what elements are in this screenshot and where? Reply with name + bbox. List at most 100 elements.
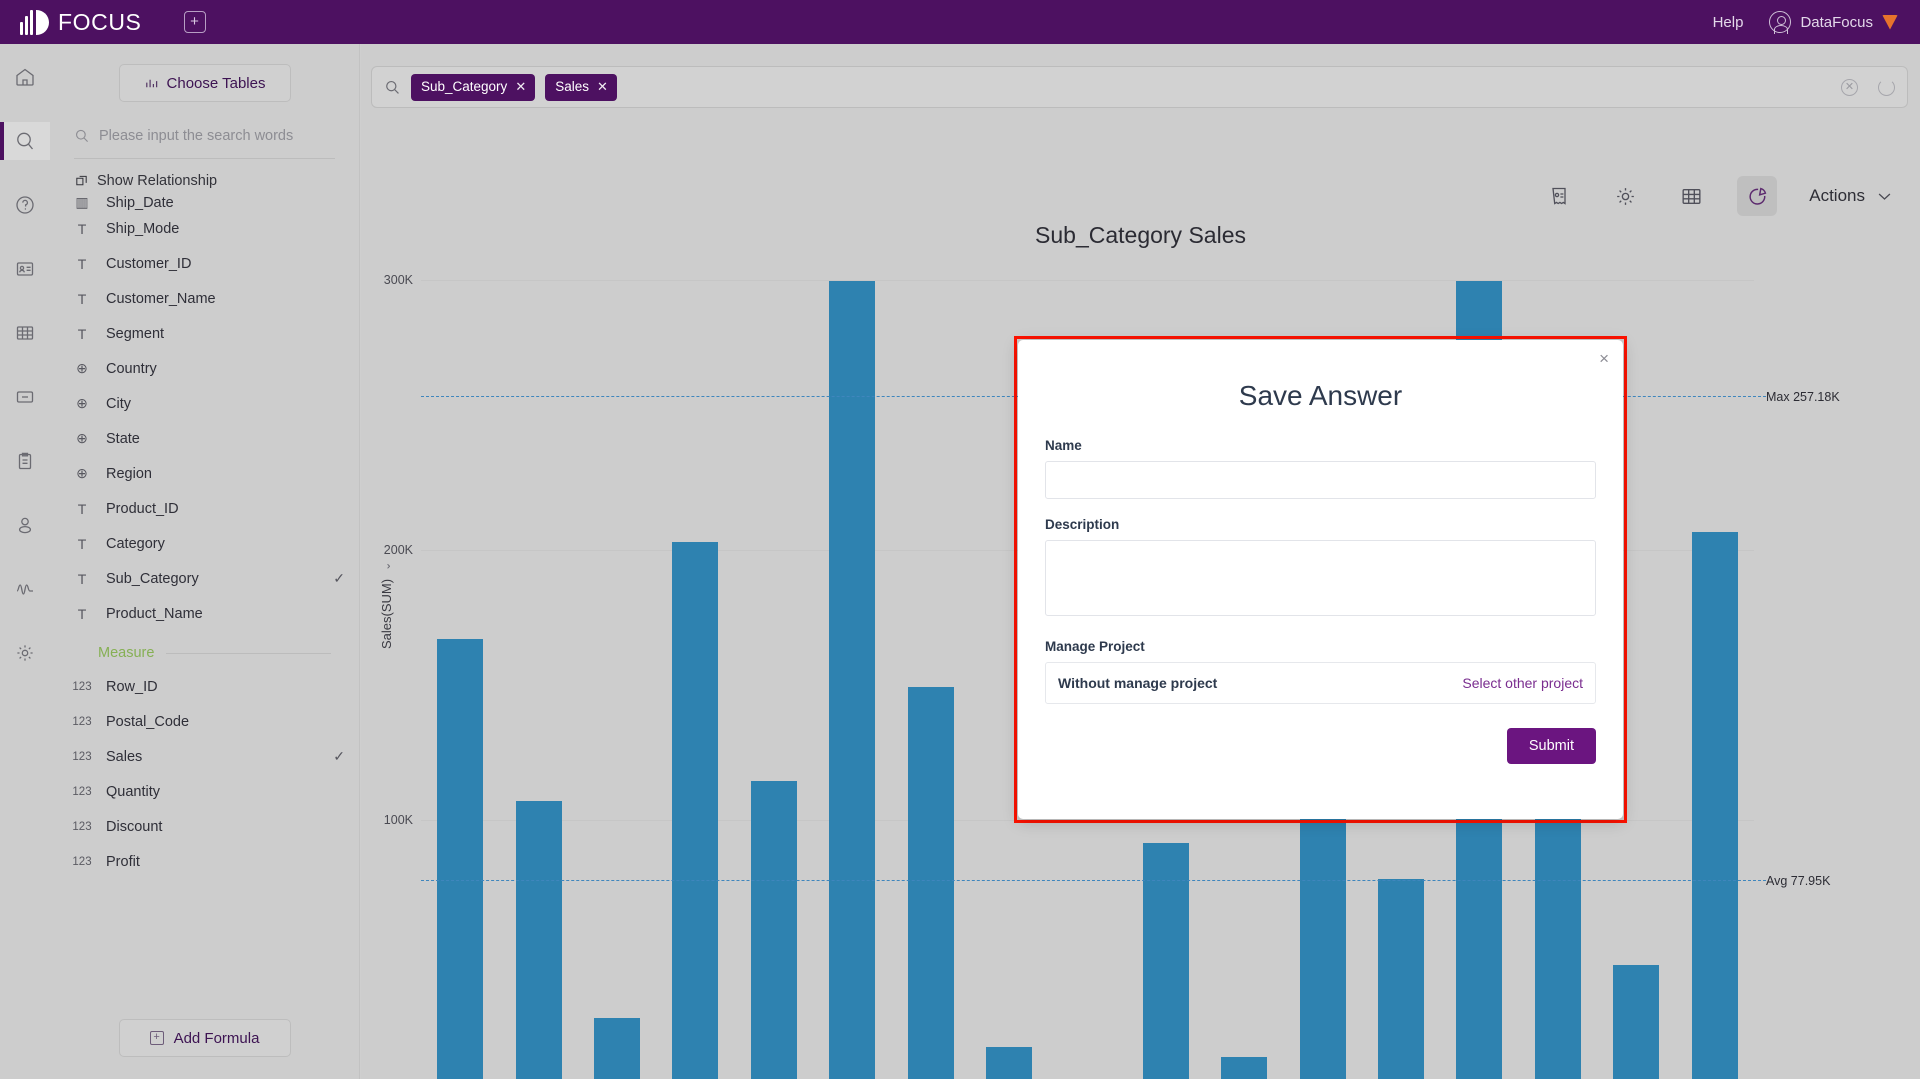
measure-row[interactable]: 123 Postal_Code xyxy=(72,704,345,739)
rail-item-clipboard[interactable] xyxy=(0,442,50,480)
id-card-icon xyxy=(16,262,34,276)
field-row[interactable]: ⊕ Country xyxy=(74,351,345,386)
add-formula-button[interactable]: + Add Formula xyxy=(118,1019,291,1057)
user-menu[interactable]: DataFocus xyxy=(1769,11,1898,34)
query-search-bar[interactable]: Sub_Category ✕ Sales ✕ ✕ xyxy=(371,66,1908,108)
bar[interactable] xyxy=(1221,1057,1268,1079)
plus-square-icon[interactable]: + xyxy=(183,11,206,33)
bar-item[interactable] xyxy=(735,281,813,1079)
measure-row[interactable]: 123 Quantity xyxy=(72,774,345,809)
close-icon[interactable]: × xyxy=(1599,350,1609,367)
bar[interactable] xyxy=(1691,532,1738,1079)
field-search[interactable]: Please input the search words xyxy=(74,128,335,159)
data-panel: Choose Tables Please input the search wo… xyxy=(50,44,360,1079)
chip-remove-icon[interactable]: ✕ xyxy=(597,79,608,95)
name-field[interactable] xyxy=(1045,461,1596,499)
gear-icon xyxy=(17,645,33,661)
field-row[interactable]: T Product_Name xyxy=(74,596,345,631)
bar-item[interactable] xyxy=(578,281,656,1079)
chip-label: Sub_Category xyxy=(421,79,508,94)
measure-row[interactable]: 123 Row_ID xyxy=(72,669,345,704)
rail-item-help[interactable] xyxy=(0,186,50,224)
bar-item[interactable] xyxy=(891,281,969,1079)
field-row[interactable]: ⊕ Region xyxy=(74,456,345,491)
tool-table[interactable] xyxy=(1671,176,1711,216)
rail-item-search[interactable] xyxy=(0,122,50,160)
field-row[interactable]: ▥ Ship_Date xyxy=(74,193,345,211)
brand-logo[interactable]: FOCUS xyxy=(20,9,142,36)
show-relationship-button[interactable]: Show Relationship xyxy=(74,173,335,189)
measure-row[interactable]: 123 Discount xyxy=(72,809,345,844)
rail-item-home[interactable] xyxy=(0,58,50,96)
measure-label: Quantity xyxy=(106,783,160,800)
field-type-icon: ▥ xyxy=(75,194,89,210)
help-link[interactable]: Help xyxy=(1713,14,1744,31)
bar-item[interactable] xyxy=(813,281,891,1079)
bar[interactable] xyxy=(672,541,719,1079)
actions-dropdown[interactable]: Actions xyxy=(1809,186,1892,206)
field-label: Category xyxy=(106,535,165,552)
measure-row[interactable]: 123 Profit xyxy=(72,844,345,879)
bar[interactable] xyxy=(594,1017,641,1079)
field-row[interactable]: T Ship_Mode xyxy=(74,211,345,246)
bar-item[interactable] xyxy=(656,281,734,1079)
bar[interactable] xyxy=(437,639,484,1079)
rail-item-table[interactable] xyxy=(0,314,50,352)
measure-type-icon: 123 xyxy=(72,680,92,693)
plus-box-icon: + xyxy=(149,1031,164,1045)
bar[interactable] xyxy=(515,800,562,1079)
bar-item[interactable] xyxy=(499,281,577,1079)
description-field[interactable] xyxy=(1045,540,1596,616)
bar[interactable] xyxy=(1613,964,1660,1079)
tool-settings[interactable] xyxy=(1605,176,1645,216)
bar[interactable] xyxy=(986,1046,1033,1079)
bar-chart-icon xyxy=(145,79,157,87)
rail-item-presentation[interactable] xyxy=(0,250,50,288)
pie-chart-icon xyxy=(1749,187,1767,205)
select-other-project-link[interactable]: Select other project xyxy=(1462,675,1583,691)
field-row[interactable]: T Segment xyxy=(74,316,345,351)
rail-item-account[interactable] xyxy=(0,506,50,544)
field-row[interactable]: ⊕ State xyxy=(74,421,345,456)
field-row[interactable]: T Category xyxy=(74,526,345,561)
search-chip-sales[interactable]: Sales ✕ xyxy=(545,73,617,101)
submit-button[interactable]: Submit xyxy=(1506,728,1596,764)
top-bar: FOCUS + Help DataFocus xyxy=(0,0,1920,44)
measure-type-icon: 123 xyxy=(72,785,92,798)
clear-circle-icon[interactable]: ✕ xyxy=(1841,78,1858,96)
field-row[interactable]: T Product_ID xyxy=(74,491,345,526)
manage-project-row: Without manage project Select other proj… xyxy=(1045,662,1596,704)
y-axis-title-label: Sales(SUM) xyxy=(379,578,394,649)
tool-receipt[interactable] xyxy=(1539,176,1579,216)
field-row[interactable]: T Customer_Name xyxy=(74,281,345,316)
tool-chart[interactable] xyxy=(1737,176,1778,216)
choose-tables-button[interactable]: Choose Tables xyxy=(118,64,291,102)
chip-remove-icon[interactable]: ✕ xyxy=(515,79,526,95)
measure-label: Postal_Code xyxy=(106,713,190,730)
field-list-scroll[interactable]: ▥ Ship_Date T Ship_Mode T Customer_ID T … xyxy=(50,193,359,1009)
pulse-icon xyxy=(16,584,33,595)
field-row[interactable]: T Customer_ID xyxy=(74,246,345,281)
rail-item-monitor[interactable] xyxy=(0,570,50,608)
bar[interactable] xyxy=(907,687,954,1079)
field-row[interactable]: T Sub_Category ✓ xyxy=(74,561,345,596)
minus-box-icon xyxy=(16,391,34,403)
field-selected-check: ✓ xyxy=(333,570,345,586)
field-type-icon: ⊕ xyxy=(76,360,88,376)
bar[interactable] xyxy=(1378,879,1425,1079)
field-row[interactable]: ⊕ City xyxy=(74,386,345,421)
icon-rail xyxy=(0,44,50,1079)
search-chip-sub-category[interactable]: Sub_Category ✕ xyxy=(411,73,536,101)
chevron-down-icon[interactable]: ⌄ xyxy=(380,562,393,571)
rail-item-collapse[interactable] xyxy=(0,378,50,416)
measure-row[interactable]: 123 Sales ✓ xyxy=(72,739,345,774)
bar-item[interactable] xyxy=(1676,281,1754,1079)
bar[interactable] xyxy=(829,281,876,1079)
refresh-icon[interactable] xyxy=(1878,78,1895,96)
rail-item-settings[interactable] xyxy=(0,634,50,672)
y-axis-title: Sales(SUM) ⌄ xyxy=(379,562,394,649)
user-name: DataFocus xyxy=(1800,13,1873,31)
bar-item[interactable] xyxy=(421,281,499,1079)
gear-icon xyxy=(1616,187,1634,205)
bar[interactable] xyxy=(750,780,797,1079)
